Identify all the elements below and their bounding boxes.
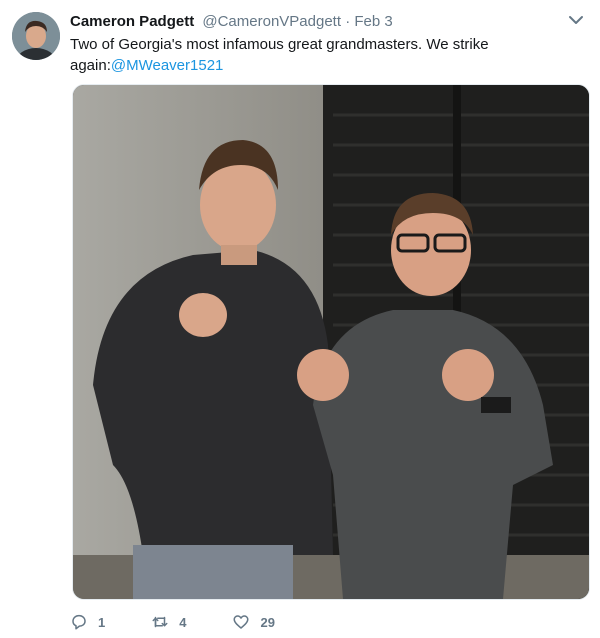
retweet-button[interactable]: 4 <box>151 613 186 631</box>
tweet-photo[interactable] <box>72 84 590 600</box>
reply-icon <box>72 614 86 630</box>
like-button[interactable]: 29 <box>232 613 275 631</box>
separator-dot: · <box>345 13 351 30</box>
heart-icon <box>233 615 249 629</box>
avatar-photo <box>12 12 60 60</box>
reply-count: 1 <box>98 614 106 630</box>
tweet-menu-button[interactable] <box>566 10 586 30</box>
tweet-date[interactable]: Feb 3 <box>354 13 392 30</box>
tweet-header: Cameron Padgett @CameronVPadgett · Feb 3 <box>70 12 580 32</box>
chevron-down-icon <box>569 16 583 24</box>
mention-link[interactable]: @MWeaver1521 <box>111 57 224 74</box>
like-count: 29 <box>260 614 275 630</box>
retweet-count: 4 <box>179 614 187 630</box>
tweet-text: Two of Georgia's most infamous great gra… <box>70 34 490 76</box>
author-handle[interactable]: @CameronVPadgett <box>202 13 341 30</box>
author-avatar[interactable] <box>12 12 60 60</box>
author-name[interactable]: Cameron Padgett <box>70 13 194 30</box>
tweet-actions: 1 4 29 <box>70 610 321 634</box>
reply-button[interactable]: 1 <box>70 613 105 631</box>
retweet-icon <box>152 616 168 628</box>
photo-image <box>73 85 589 599</box>
